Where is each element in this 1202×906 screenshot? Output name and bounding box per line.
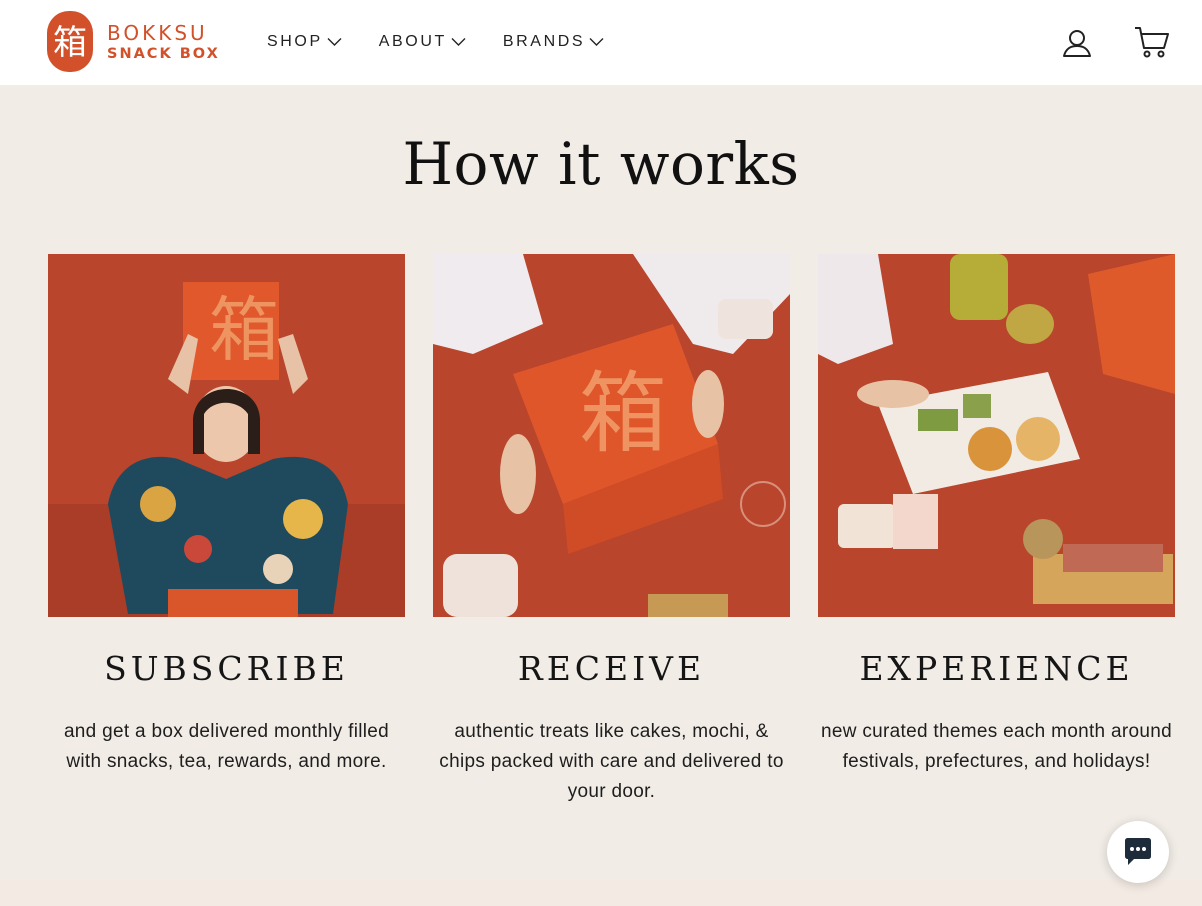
nav-about-label: ABOUT: [378, 33, 447, 50]
section-title: How it works: [402, 130, 800, 198]
step-description: and get a box delivered monthly filled w…: [63, 721, 390, 772]
step-title: EXPERIENCE: [859, 649, 1134, 688]
site-header: 箱 BOKKSU SNACK BOX SHOP ABOUT BRANDS: [0, 0, 1202, 85]
receive-photo: 箱: [433, 254, 790, 617]
experience-photo: [818, 254, 1175, 617]
next-section-edge: [0, 880, 1202, 906]
brand-subtitle: SNACK BOX: [107, 45, 220, 62]
logo-mark: 箱: [47, 11, 93, 72]
step-description: authentic treats like cakes, mochi, & ch…: [439, 721, 784, 802]
main-nav: SHOP ABOUT BRANDS: [267, 30, 641, 54]
chevron-down-icon: [327, 38, 342, 46]
chevron-down-icon: [589, 38, 604, 46]
nav-shop-label: SHOP: [267, 33, 323, 50]
step-description: new curated themes each month around fes…: [821, 721, 1172, 772]
svg-text:箱: 箱: [579, 362, 667, 465]
nav-brands[interactable]: BRANDS: [503, 30, 604, 54]
step-card-receive: 箱 RECEIVE authentic treats like cakes, m…: [433, 254, 790, 807]
step-card-experience: EXPERIENCE new curated themes each month…: [818, 254, 1175, 777]
brand-name: BOKKSU: [107, 20, 208, 45]
step-title: RECEIVE: [517, 649, 706, 688]
chat-button[interactable]: [1107, 821, 1169, 883]
svg-text:箱: 箱: [209, 289, 279, 371]
chat-bubble-icon: [1125, 838, 1151, 865]
subscribe-photo: 箱: [48, 254, 405, 617]
brand-logo[interactable]: 箱 BOKKSU SNACK BOX: [47, 11, 220, 72]
step-title: SUBSCRIBE: [104, 649, 349, 688]
chevron-down-icon: [451, 38, 466, 46]
cart-icon[interactable]: [1134, 24, 1170, 60]
nav-about[interactable]: ABOUT: [379, 30, 466, 54]
account-icon[interactable]: [1062, 28, 1092, 58]
nav-shop[interactable]: SHOP: [267, 30, 342, 54]
logo-glyph: 箱: [53, 23, 87, 63]
step-card-subscribe: 箱 SUBSCRIBE and get a box delivered mont…: [48, 254, 405, 777]
nav-brands-label: BRANDS: [502, 33, 586, 50]
